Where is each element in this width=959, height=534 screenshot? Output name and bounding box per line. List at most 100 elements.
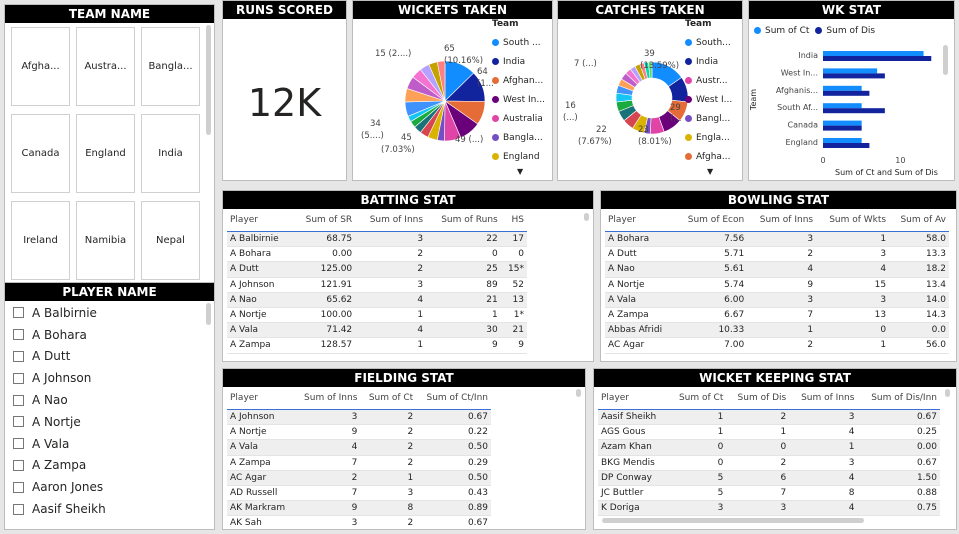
- player-list-item[interactable]: A Vala: [13, 433, 106, 455]
- wk-bar[interactable]: [823, 143, 870, 148]
- fielding-scrollbar[interactable]: [576, 389, 581, 397]
- table-row[interactable]: BKG Mendis 0 2 3 0.67: [598, 455, 940, 471]
- column-header[interactable]: Sum of Inns: [294, 387, 361, 410]
- player-list-item[interactable]: A Nao: [13, 389, 106, 411]
- column-header[interactable]: Sum of Dis/Inn: [857, 387, 940, 410]
- player-list-item[interactable]: A Johnson: [13, 367, 106, 389]
- player-list-item[interactable]: A Balbirnie: [13, 302, 106, 324]
- wk-bar[interactable]: [823, 51, 924, 56]
- column-header[interactable]: Sum of Inns: [355, 209, 427, 232]
- player-checkbox[interactable]: [13, 481, 24, 493]
- table-row[interactable]: AK Markram 9 8 0.89: [227, 500, 491, 517]
- player-checkbox[interactable]: [13, 372, 24, 384]
- table-row[interactable]: A Johnson 121.91 3 89 52: [227, 277, 527, 293]
- player-list-item[interactable]: A Bohara: [13, 324, 106, 346]
- player-checkbox[interactable]: [13, 350, 24, 362]
- wicket-keeping-hscrollbar[interactable]: [602, 518, 864, 523]
- table-row[interactable]: Azam Khan 0 0 1 0.00: [598, 439, 940, 456]
- column-header[interactable]: Player: [227, 209, 293, 232]
- legend-item[interactable]: Austr...: [685, 71, 732, 90]
- table-row[interactable]: A Vala 4 2 0.50: [227, 439, 491, 456]
- team-tile[interactable]: Austra...: [76, 27, 135, 106]
- column-header[interactable]: Sum of SR: [292, 209, 356, 232]
- table-row[interactable]: A Zampa 6.67 7 13 14.3: [605, 307, 949, 324]
- legend-item[interactable]: Bangla...: [492, 128, 545, 147]
- table-row[interactable]: A Zampa 128.57 1 9 9: [227, 337, 527, 354]
- wk-bar[interactable]: [823, 138, 862, 143]
- table-row[interactable]: A Vala 71.42 4 30 21: [227, 322, 527, 339]
- player-checkbox[interactable]: [13, 459, 24, 471]
- column-header[interactable]: Sum of Ct/Inn: [416, 387, 491, 410]
- player-list-item[interactable]: Aasif Sheikh: [13, 498, 106, 520]
- table-row[interactable]: A Nortje 100.00 1 1 1*: [227, 307, 527, 324]
- column-header[interactable]: Sum of Inns: [747, 209, 817, 232]
- column-header[interactable]: Sum of Av: [889, 209, 949, 232]
- table-row[interactable]: AC Agar 7.00 2 1 56.0: [605, 337, 949, 354]
- player-checkbox[interactable]: [13, 438, 24, 450]
- wk-bar[interactable]: [823, 103, 862, 109]
- team-tile[interactable]: Bangla...: [141, 27, 200, 106]
- column-header[interactable]: Player: [605, 209, 675, 232]
- table-row[interactable]: AGS Gous 1 1 4 0.25: [598, 424, 940, 441]
- table-row[interactable]: A Dutt 5.71 2 3 13.3: [605, 246, 949, 263]
- wk-bar[interactable]: [823, 90, 870, 96]
- team-tile[interactable]: Namibia: [76, 201, 135, 280]
- table-row[interactable]: A Zampa 7 2 0.29: [227, 455, 491, 471]
- wk-bars[interactable]: India West In... Afghanis... South Af... Can…: [749, 1, 955, 181]
- table-row[interactable]: K Doriga 3 3 4 0.75: [598, 500, 940, 517]
- table-row[interactable]: AC Agar 2 1 0.50: [227, 470, 491, 486]
- legend-item[interactable]: India: [685, 52, 732, 71]
- wk-bar[interactable]: [823, 73, 885, 79]
- wk-bar[interactable]: [823, 68, 878, 74]
- table-row[interactable]: A Vala 6.00 3 3 14.0: [605, 292, 949, 308]
- column-header[interactable]: HS: [500, 209, 527, 232]
- wk-bar[interactable]: [823, 108, 885, 114]
- table-row[interactable]: A Nao 65.62 4 21 13: [227, 292, 527, 308]
- legend-item[interactable]: West In...: [492, 90, 545, 109]
- player-checkbox[interactable]: [13, 416, 24, 428]
- wk-stat-scrollbar[interactable]: [943, 45, 948, 75]
- player-list-item[interactable]: Aaron Jones: [13, 476, 106, 498]
- wicket-keeping-scrollbar[interactable]: [945, 389, 950, 397]
- team-tile[interactable]: India: [141, 114, 200, 193]
- table-row[interactable]: A Bohara 0.00 2 0 0: [227, 246, 527, 263]
- player-checkbox[interactable]: [13, 503, 24, 515]
- wk-bar[interactable]: [823, 125, 862, 131]
- team-tile[interactable]: England: [76, 114, 135, 193]
- wickets-legend-more-icon[interactable]: ▼: [517, 167, 523, 176]
- player-list-item[interactable]: A Dutt: [13, 346, 106, 368]
- wk-bar[interactable]: [823, 56, 932, 61]
- table-row[interactable]: A Nortje 5.74 9 15 13.4: [605, 277, 949, 293]
- legend-item[interactable]: South ...: [492, 33, 545, 52]
- table-row[interactable]: A Nao 5.61 4 4 18.2: [605, 261, 949, 278]
- column-header[interactable]: Player: [227, 387, 295, 410]
- player-checkbox[interactable]: [13, 307, 24, 319]
- table-row[interactable]: A Johnson 3 2 0.67: [227, 409, 491, 426]
- player-scrollbar[interactable]: [206, 303, 211, 325]
- team-tile[interactable]: Nepal: [141, 201, 200, 280]
- table-row[interactable]: Abbas Afridi 10.33 1 0 0.0: [605, 322, 949, 339]
- legend-item[interactable]: Afghan...: [492, 71, 545, 90]
- column-header[interactable]: Sum of Inns: [789, 387, 858, 410]
- wk-bar[interactable]: [823, 120, 862, 126]
- catches-legend-more-icon[interactable]: ▼: [707, 167, 713, 176]
- table-row[interactable]: Aasif Sheikh 1 2 3 0.67: [598, 409, 940, 426]
- player-list-item[interactable]: A Zampa: [13, 455, 106, 477]
- table-row[interactable]: A Bohara 7.56 3 1 58.0: [605, 231, 949, 248]
- legend-item[interactable]: Bangl...: [685, 109, 732, 128]
- table-row[interactable]: AK Sah 3 2 0.67: [227, 515, 491, 529]
- legend-item[interactable]: Afgha...: [685, 147, 732, 166]
- column-header[interactable]: Sum of Ct: [360, 387, 417, 410]
- column-header[interactable]: Sum of Dis: [726, 387, 790, 410]
- table-row[interactable]: A Nortje 9 2 0.22: [227, 424, 491, 441]
- team-tile[interactable]: Afgha...: [11, 27, 70, 106]
- column-header[interactable]: Player: [598, 387, 669, 410]
- team-scrollbar[interactable]: [206, 25, 211, 135]
- table-row[interactable]: A Dutt 125.00 2 25 15*: [227, 261, 527, 278]
- legend-item[interactable]: India: [492, 52, 545, 71]
- table-row[interactable]: A Balbirnie 68.75 3 22 17: [227, 231, 527, 248]
- player-checkbox[interactable]: [13, 329, 24, 341]
- player-list-item[interactable]: A Nortje: [13, 411, 106, 433]
- table-row[interactable]: JC Buttler 5 7 8 0.88: [598, 485, 940, 502]
- batting-scrollbar[interactable]: [584, 213, 589, 221]
